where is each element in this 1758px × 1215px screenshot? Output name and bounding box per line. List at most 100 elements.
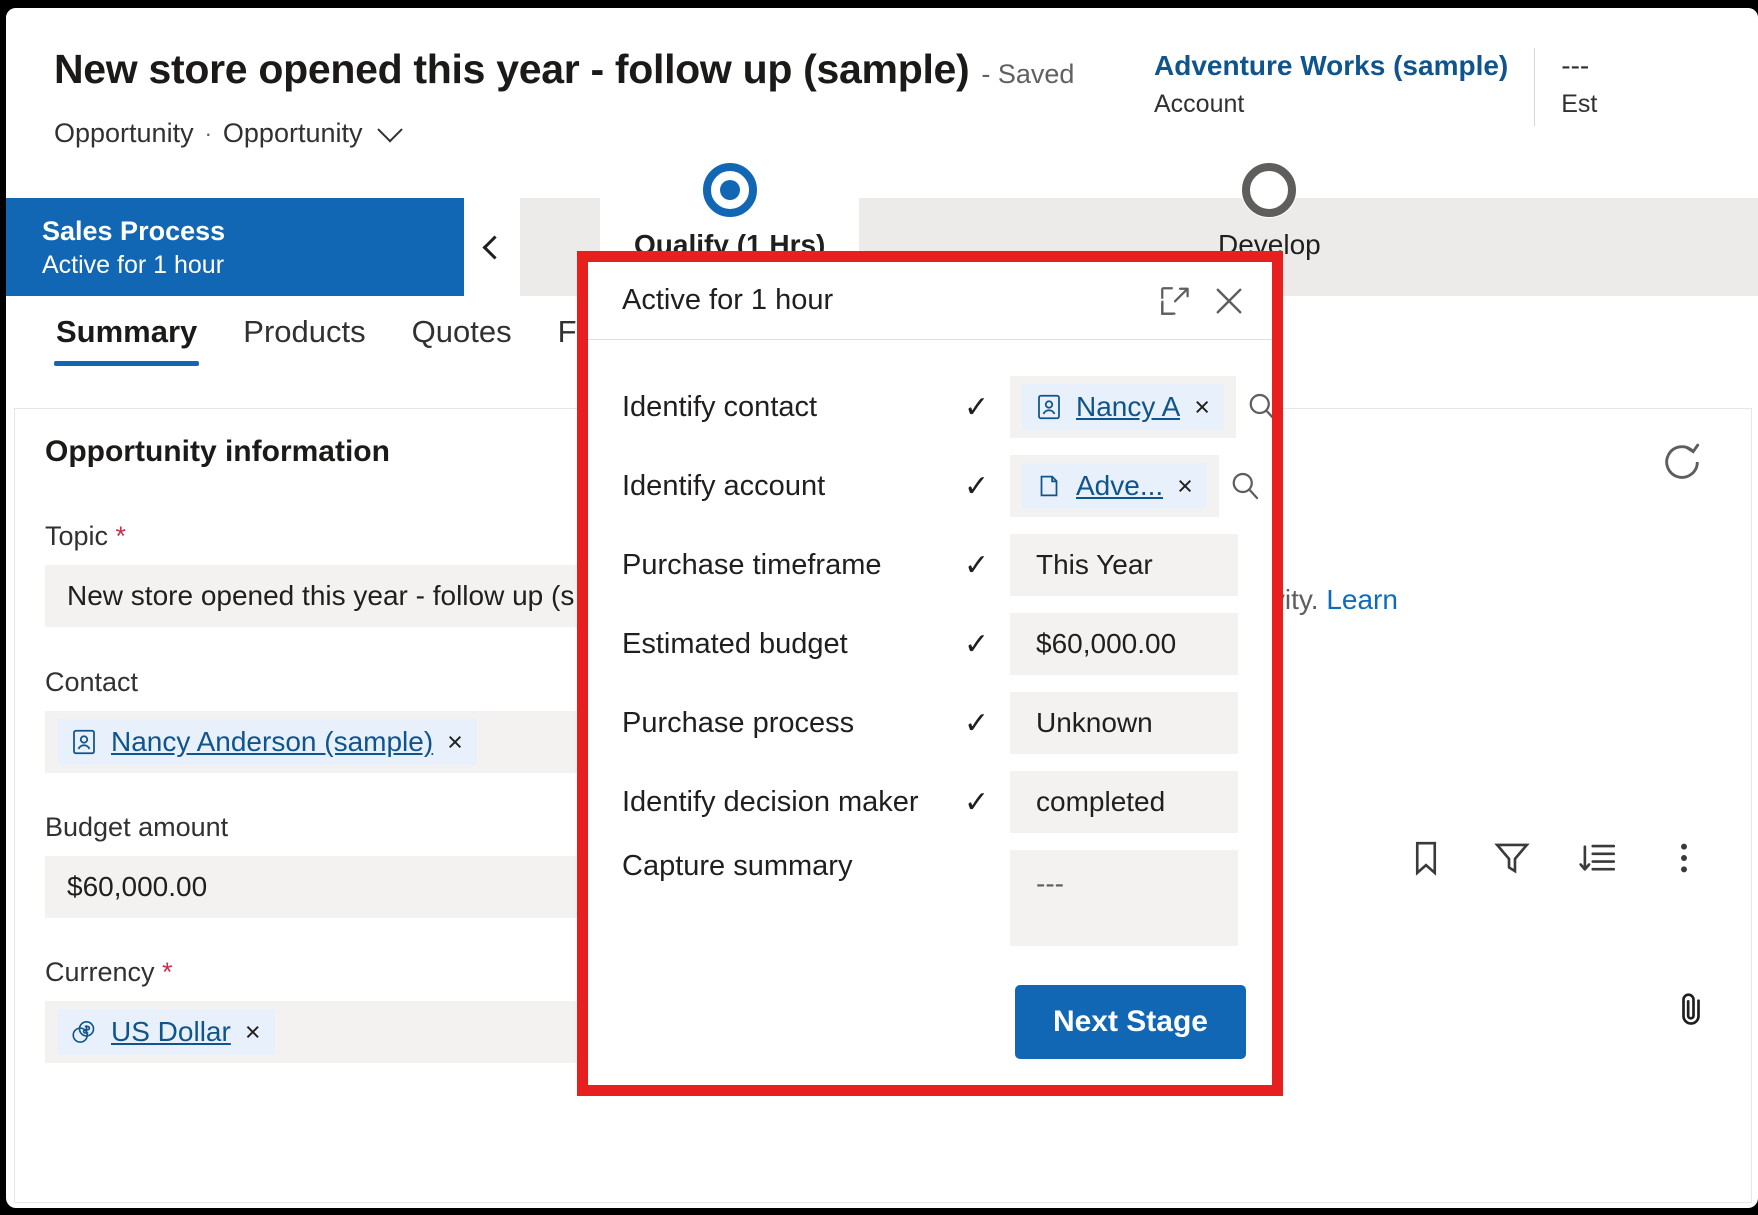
header-divider	[1534, 48, 1536, 126]
breadcrumb: Opportunity · Opportunity	[54, 116, 404, 149]
step-capture-summary: Capture summary ---	[588, 850, 1272, 946]
stage-flyout-footer: Next Stage	[1014, 985, 1246, 1059]
process-collapse-button[interactable]	[464, 198, 520, 296]
timeline-toolbar	[1405, 837, 1705, 879]
stage-flyout-header: Active for 1 hour	[588, 262, 1272, 340]
identify-decision-maker-input[interactable]: completed	[1010, 771, 1238, 833]
screen-root: New store opened this year - follow up (…	[0, 0, 1758, 1215]
budget-amount-input[interactable]: $60,000.00	[45, 856, 665, 918]
contact-pill: Nancy A ×	[1022, 384, 1225, 430]
currency-lookup[interactable]: US Dollar ×	[45, 1001, 665, 1063]
header-est-revenue-label: Est	[1561, 90, 1598, 118]
save-status: - Saved	[981, 59, 1075, 89]
stage-ring-icon	[702, 163, 757, 217]
required-indicator: *	[162, 957, 173, 987]
breadcrumb-separator: ·	[204, 120, 212, 146]
contact-lookup[interactable]: Nancy Anderson (sample) ×	[45, 711, 665, 773]
bookmark-icon[interactable]	[1405, 837, 1447, 879]
remove-currency-icon[interactable]: ×	[243, 1018, 263, 1046]
chevron-left-icon	[482, 234, 507, 260]
contact-link[interactable]: Nancy Anderson (sample)	[111, 726, 433, 758]
step-account-lookup[interactable]: Adve... ×	[1010, 455, 1219, 517]
title-row: New store opened this year - follow up (…	[54, 46, 1074, 93]
remove-contact-icon[interactable]: ×	[1192, 393, 1212, 421]
process-header[interactable]: Sales Process Active for 1 hour	[6, 198, 464, 296]
contact-icon	[69, 727, 99, 757]
popout-icon[interactable]	[1148, 274, 1202, 328]
capture-summary-input[interactable]: ---	[1010, 850, 1238, 946]
filter-icon[interactable]	[1491, 837, 1533, 879]
step-purchase-timeframe: Purchase timeframe ✓ This Year	[588, 534, 1272, 596]
currency-pill: US Dollar ×	[57, 1009, 275, 1055]
header-account-value[interactable]: Adventure Works (sample)	[1154, 48, 1508, 83]
step-complete-check-icon: ✓	[964, 627, 990, 661]
contact-pill: Nancy Anderson (sample) ×	[57, 719, 477, 765]
tab-quotes[interactable]: Quotes	[410, 308, 514, 366]
search-icon[interactable]	[1236, 389, 1288, 425]
header-est-revenue-field: --- Est	[1561, 48, 1623, 119]
step-identify-decision-maker: Identify decision maker ✓ completed	[588, 771, 1272, 833]
step-label: Capture summary	[622, 850, 853, 882]
tab-list: Summary Products Quotes File	[54, 308, 610, 366]
topic-input[interactable]: New store opened this year - follow up (…	[45, 565, 665, 627]
stage-flyout-title: Active for 1 hour	[622, 284, 834, 316]
header-account-label: Account	[1154, 90, 1245, 118]
estimated-budget-input[interactable]: $60,000.00	[1010, 613, 1238, 675]
currency-link[interactable]: US Dollar	[111, 1016, 231, 1048]
stage-label-develop: Develop	[1218, 229, 1321, 260]
account-link[interactable]: Adve...	[1076, 470, 1163, 502]
close-icon[interactable]	[1202, 274, 1256, 328]
field-label-topic-text: Topic	[45, 521, 109, 551]
step-label: Identify account	[622, 469, 826, 502]
field-label-currency-text: Currency	[45, 957, 155, 987]
chevron-down-icon[interactable]	[377, 116, 404, 142]
account-pill: Adve... ×	[1022, 463, 1207, 509]
step-contact-lookup[interactable]: Nancy A ×	[1010, 376, 1237, 438]
contact-icon	[1034, 392, 1064, 422]
step-label: Identify decision maker	[622, 785, 919, 818]
refresh-icon[interactable]	[1659, 439, 1705, 485]
field-label-topic: Topic *	[45, 521, 665, 552]
breadcrumb-form[interactable]: Opportunity	[223, 118, 363, 149]
step-label: Estimated budget	[622, 627, 848, 660]
header-quick-fields: Adventure Works (sample) Account --- Est	[1154, 48, 1623, 126]
field-contact: Contact Nancy Anderson (sample) ×	[45, 667, 665, 773]
search-icon[interactable]	[1219, 468, 1271, 504]
currency-icon	[69, 1017, 99, 1047]
account-icon	[1034, 471, 1064, 501]
field-budget-amount: Budget amount $60,000.00	[45, 812, 665, 918]
learn-more-link[interactable]: Learn	[1326, 584, 1398, 615]
step-identify-contact: Identify contact ✓ Nancy A ×	[588, 376, 1276, 438]
app-canvas: New store opened this year - follow up (…	[6, 8, 1758, 1208]
header-est-revenue-value: ---	[1561, 50, 1590, 81]
contact-link[interactable]: Nancy A	[1076, 391, 1180, 423]
sort-descending-icon[interactable]	[1577, 837, 1619, 879]
step-complete-check-icon: ✓	[964, 785, 990, 819]
tab-summary[interactable]: Summary	[54, 308, 200, 366]
stage-node-inactive	[1241, 162, 1298, 218]
field-topic: Topic * New store opened this year - fol…	[45, 521, 665, 627]
tab-products[interactable]: Products	[241, 308, 367, 366]
page-title: New store opened this year - follow up (…	[54, 46, 970, 92]
step-purchase-process: Purchase process ✓ Unknown	[588, 692, 1272, 754]
attachment-icon[interactable]	[1671, 987, 1711, 1031]
field-currency: Currency * US Dollar ×	[45, 957, 665, 1063]
section-heading: Opportunity information	[45, 435, 390, 468]
step-label: Purchase process	[622, 706, 855, 739]
purchase-process-input[interactable]: Unknown	[1010, 692, 1238, 754]
remove-account-icon[interactable]: ×	[1175, 472, 1195, 500]
stage-ring-icon	[1242, 163, 1297, 217]
header-account-field: Adventure Works (sample) Account	[1154, 48, 1534, 119]
breadcrumb-entity[interactable]: Opportunity	[54, 118, 194, 149]
field-label-currency: Currency *	[45, 957, 665, 988]
process-name: Sales Process	[42, 216, 226, 246]
step-complete-check-icon: ✓	[964, 469, 990, 503]
more-options-icon[interactable]	[1663, 837, 1705, 879]
step-complete-check-icon: ✓	[964, 706, 990, 740]
remove-contact-icon[interactable]: ×	[445, 728, 465, 756]
step-label: Identify contact	[622, 390, 818, 423]
next-stage-button[interactable]: Next Stage	[1014, 985, 1246, 1059]
step-complete-check-icon: ✓	[964, 548, 990, 582]
stage-dot-icon	[719, 180, 740, 200]
purchase-timeframe-input[interactable]: This Year	[1010, 534, 1238, 596]
